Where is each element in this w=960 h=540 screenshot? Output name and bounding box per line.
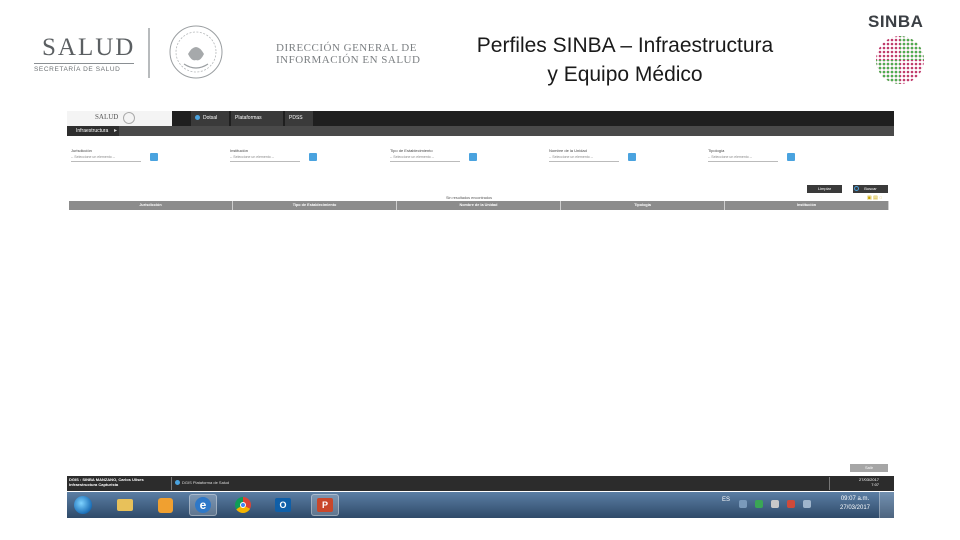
records-label: Sin resultados encontrados (446, 196, 493, 200)
tray-arrow-icon[interactable] (739, 500, 747, 508)
volume-icon[interactable] (787, 500, 795, 508)
search-icon (854, 186, 859, 191)
tray-language[interactable]: ES (722, 497, 730, 503)
salud-logo: SALUD (42, 34, 136, 61)
status-platform: DGIS Plataforma de Salud (175, 480, 230, 486)
status-platform-label: DGIS Plataforma de Salud (182, 480, 230, 485)
header-divider (148, 28, 150, 78)
taskbar-ie[interactable]: e (189, 494, 217, 516)
dgis-logo: DIRECCIÓN GENERAL DE INFORMACIÓN EN SALU… (276, 42, 420, 66)
status-separator (171, 477, 172, 490)
outlook-icon: O (275, 498, 291, 512)
status-user: DGIS : SINBA MANZANO, Carlos Ulises Infr… (69, 477, 144, 487)
taskbar-media[interactable] (151, 494, 179, 516)
filter-unidad-label: Nombre de la Unidad (549, 148, 587, 153)
tab-plataformas[interactable]: Plataformas (231, 111, 283, 126)
filter-tipo-select[interactable]: -- Seleccione un elemento -- (390, 154, 460, 162)
dgis-line2: INFORMACIÓN EN SALUD (276, 54, 421, 66)
slide-title-line1: Perfiles SINBA – Infraestructura (476, 34, 774, 57)
results-table-header: Jurisdicción Tipo de Establecimiento Nom… (69, 201, 889, 210)
filter-jurisdiccion-label: Jurisdicción (71, 148, 92, 153)
filter-institucion-select[interactable]: -- Seleccione un elemento -- (230, 154, 300, 162)
app-seal-icon (123, 112, 135, 124)
salud-logo-rule (34, 63, 134, 64)
chrome-icon (235, 497, 251, 513)
tab-pdss[interactable]: PDSS (285, 111, 313, 126)
status-datetime: 27/03/2017 7:07 (859, 477, 879, 487)
filter-unidad-search-icon[interactable] (628, 153, 636, 161)
dgis-line1: DIRECCIÓN GENERAL DE (276, 42, 417, 54)
subtab-arrow-icon: ▸ (114, 128, 118, 134)
filter-tipo-label: Tipo de Establecimiento (390, 148, 433, 153)
slide-title: Perfiles SINBA – Infraestructura y Equip… (420, 31, 830, 89)
tray-misc-icon[interactable] (803, 500, 811, 508)
filter-unidad-select[interactable]: -- Seleccione un elemento -- (549, 154, 619, 162)
column-header[interactable]: Tipología (561, 201, 725, 210)
column-header[interactable]: Nombre de la Unidad (397, 201, 561, 210)
start-button[interactable] (69, 494, 97, 516)
filter-jurisdiccion-select[interactable]: -- Seleccione un elemento -- (71, 154, 141, 162)
windows-start-icon (74, 496, 92, 514)
tab-dotsal-label: Dotsal (203, 115, 218, 121)
taskbar-clock[interactable]: 09:07 a.m. 27/03/2017 (833, 495, 877, 513)
clock-date: 27/03/2017 (839, 505, 871, 511)
status-separator (829, 477, 830, 490)
filter-tipologia-label: Tipología (708, 148, 725, 153)
column-header[interactable]: Jurisdicción (69, 201, 233, 210)
filter-tipologia-search-icon[interactable] (787, 153, 795, 161)
platform-icon (175, 480, 180, 486)
column-header[interactable]: Tipo de Establecimiento (233, 201, 397, 210)
tray-app-icon[interactable] (755, 500, 763, 508)
app-logo-area: SALUD (67, 111, 172, 126)
folder-icon (117, 499, 133, 511)
sinba-logo: SINBA (868, 12, 924, 31)
status-user-role: Infraestructura Capturista (69, 482, 119, 487)
salud-subtitle: SECRETARÍA DE SALUD (34, 66, 121, 73)
taskbar-explorer[interactable] (111, 494, 139, 516)
show-desktop-button[interactable] (879, 492, 894, 518)
taskbar-outlook[interactable]: O (269, 494, 297, 516)
internet-explorer-icon: e (195, 497, 211, 513)
filter-institucion-label: Institución (230, 148, 249, 153)
sinba-globe-icon (876, 36, 924, 84)
column-header[interactable]: Institución (725, 201, 889, 210)
mexico-seal-icon (169, 25, 223, 79)
network-icon[interactable] (771, 500, 779, 508)
taskbar-chrome[interactable] (229, 494, 257, 516)
tab-dotsal[interactable]: Dotsal (191, 111, 229, 126)
app-sub-bar (67, 126, 894, 136)
app-screenshot: SALUD Dotsal Plataformas PDSS Infraestru… (67, 111, 894, 518)
filter-tipologia-select[interactable]: -- Seleccione un elemento -- (708, 154, 778, 162)
powerpoint-icon: P (317, 498, 333, 512)
clock-time: 09:07 a.m. (840, 496, 870, 502)
dotsal-icon (195, 115, 200, 121)
filter-jurisdiccion-search-icon[interactable] (150, 153, 158, 161)
filter-tipo-search-icon[interactable] (469, 153, 477, 161)
limpiar-button[interactable]: Limpiar (807, 185, 842, 193)
slide-title-line2: y Equipo Médico (547, 63, 703, 86)
salir-button[interactable]: Salir (850, 464, 888, 472)
filter-institucion-search-icon[interactable] (309, 153, 317, 161)
status-time: 7:07 (871, 482, 880, 487)
media-player-icon (157, 497, 173, 513)
app-logo: SALUD (95, 113, 119, 121)
subtab-infraestructura[interactable]: Infraestructura (67, 126, 119, 136)
taskbar-powerpoint[interactable]: P (311, 494, 339, 516)
